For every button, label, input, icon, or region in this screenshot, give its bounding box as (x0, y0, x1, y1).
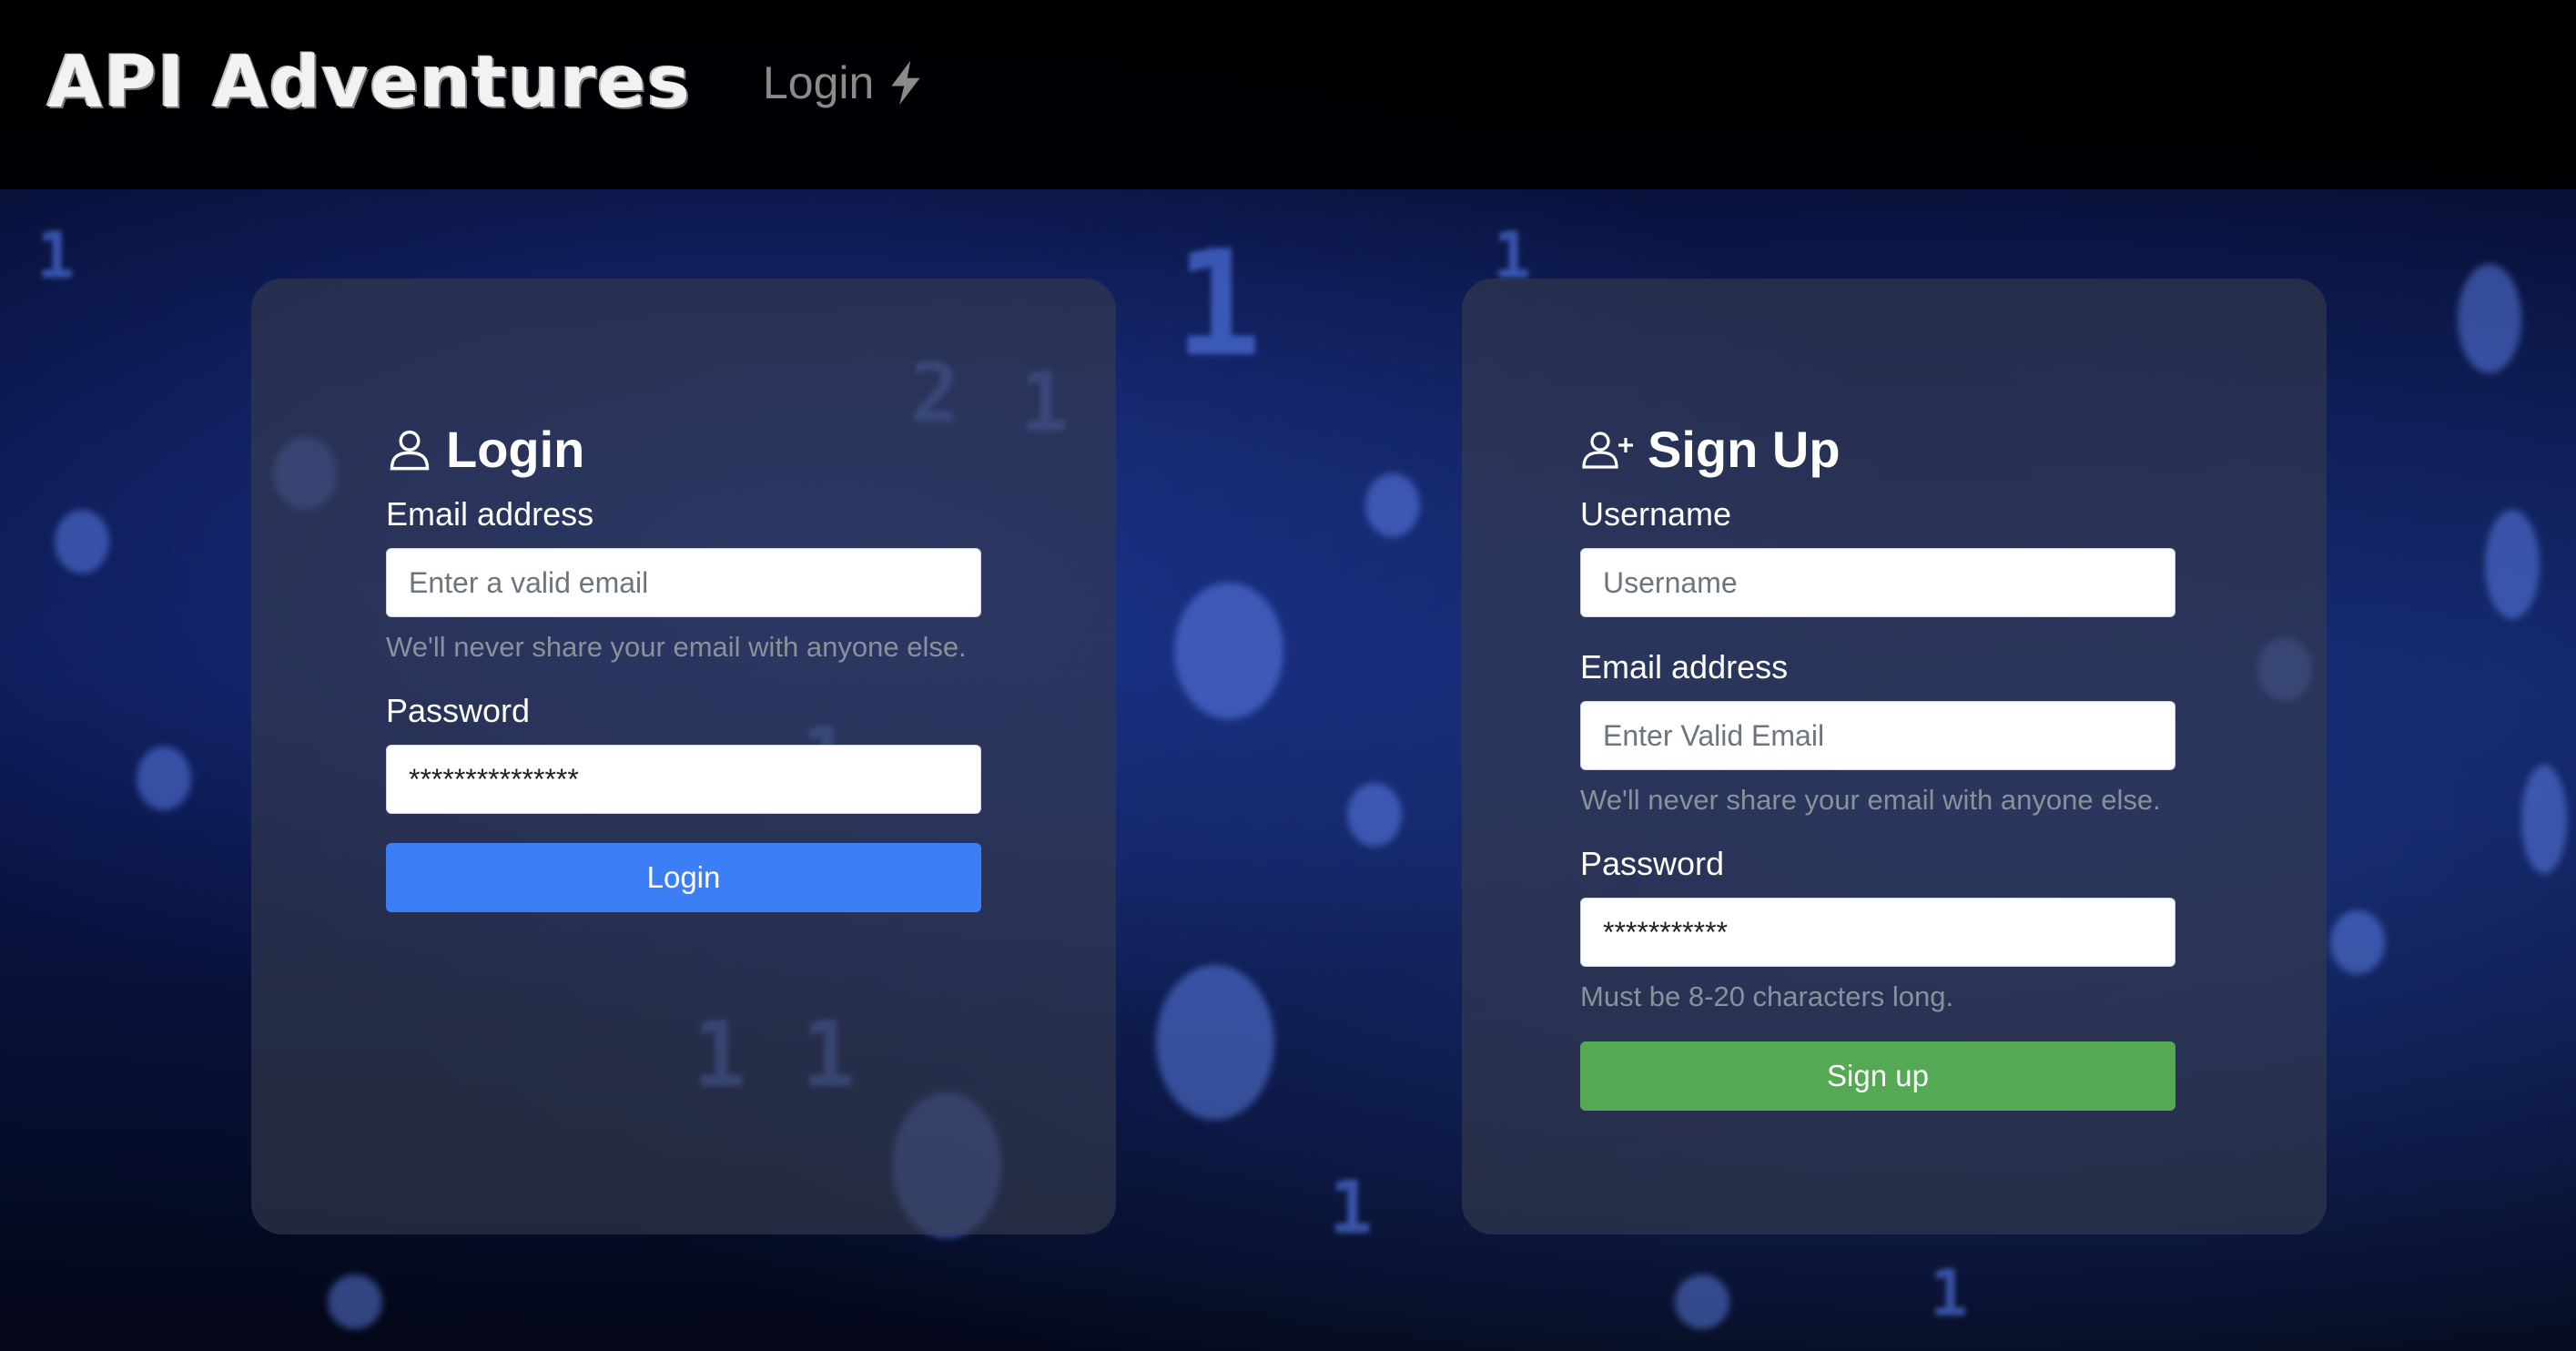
login-password-label: Password (386, 692, 531, 729)
login-email-help: We'll never share your email with anyone… (386, 631, 967, 663)
background-glow (1675, 1275, 1729, 1329)
login-button[interactable]: Login (386, 843, 981, 912)
signup-email-input[interactable] (1580, 701, 2175, 770)
signup-email-help: We'll never share your email with anyone… (1580, 784, 2161, 816)
login-password-input[interactable] (386, 745, 981, 814)
background-glow (1347, 783, 1402, 847)
brand-logo[interactable]: API Adventures (47, 42, 692, 124)
signup-form: Sign Up Username Email address We'll nev… (1580, 415, 2175, 1111)
signup-password-input[interactable] (1580, 898, 2175, 967)
signup-button[interactable]: Sign up (1580, 1041, 2175, 1111)
background-glow (2521, 765, 2567, 874)
signup-title-text: Sign Up (1648, 420, 1841, 478)
background-glow (328, 1275, 382, 1329)
background-glow (55, 510, 109, 574)
lightning-icon (891, 60, 920, 106)
nav-login-label: Login (763, 57, 875, 108)
background-digit: 1 (1329, 1165, 1374, 1250)
background-glow (1365, 473, 1420, 537)
background-glow (2458, 264, 2521, 373)
background-glow (1156, 965, 1274, 1120)
login-email-label: Email address (386, 495, 594, 533)
user-icon (390, 430, 430, 471)
login-form: Login Email address We'll never share yo… (386, 415, 981, 912)
login-card-title: Login (386, 415, 981, 482)
login-card: Login Email address We'll never share yo… (251, 279, 1116, 1234)
nav-login-link[interactable]: Login (763, 56, 925, 109)
background-digit: 1 (36, 218, 76, 293)
signup-email-label: Email address (1580, 648, 1789, 686)
login-title-text: Login (446, 420, 585, 478)
signup-username-input[interactable] (1580, 548, 2175, 617)
signup-card: Sign Up Username Email address We'll nev… (1462, 279, 2327, 1234)
top-navbar: API Adventures Login (0, 0, 2576, 189)
background-digit: 1 (1174, 218, 1263, 389)
background-glow (2485, 510, 2540, 619)
background-glow (137, 747, 191, 810)
background-glow (2330, 910, 2385, 974)
background-glow (1174, 583, 1283, 719)
background-digit: 1 (1930, 1256, 1969, 1331)
login-email-input[interactable] (386, 548, 981, 617)
signup-username-label: Username (1580, 495, 1732, 533)
user-plus-icon (1582, 432, 1633, 469)
signup-password-label: Password (1580, 845, 1725, 882)
signup-card-title: Sign Up (1580, 415, 2175, 482)
signup-password-help: Must be 8-20 characters long. (1580, 980, 1954, 1012)
